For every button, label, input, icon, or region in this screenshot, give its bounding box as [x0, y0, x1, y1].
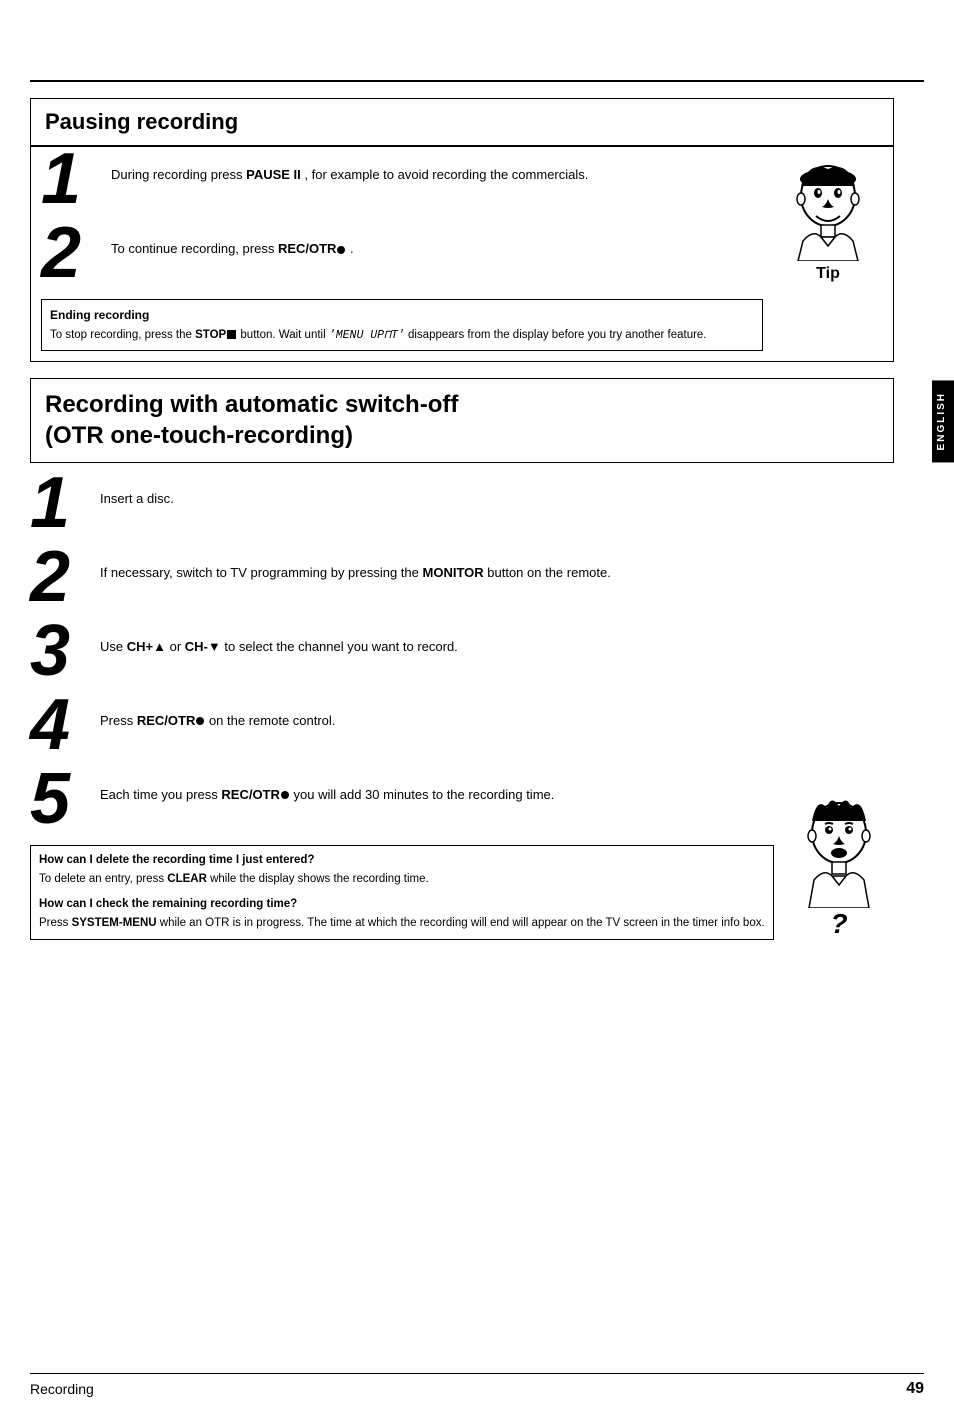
otr-step2-number: 2: [30, 541, 90, 613]
pausing-step1-text-before: During recording press: [111, 167, 246, 182]
page-container: ENGLISH Pausing recording 1 During recor…: [0, 80, 954, 1418]
otr-step2-monitor-btn: MONITOR: [423, 565, 484, 580]
pausing-section-box: Pausing recording 1 During recording pre…: [30, 98, 894, 362]
faq2-before: Press: [39, 917, 72, 929]
otr-title-line1: Recording with automatic switch-off: [45, 391, 458, 418]
tip-text-mid: button. Wait until: [237, 329, 329, 341]
otr-step3-number: 3: [30, 615, 90, 687]
faq1-body: To delete an entry, press CLEAR while th…: [39, 871, 765, 888]
pausing-step1-text: During recording press PAUSE II , for ex…: [101, 151, 763, 185]
otr-steps-col: 1 Insert a disc. 2 If necessary, switch …: [30, 475, 774, 940]
pausing-step2-text-before: To continue recording, press: [111, 241, 278, 256]
otr-step5-after: you will add 30 minutes to the recording…: [290, 787, 554, 802]
tip-face-illustration: [778, 151, 878, 261]
otr-step5-dot: [281, 791, 289, 799]
otr-steps-main: 1 Insert a disc. 2 If necessary, switch …: [30, 475, 894, 940]
otr-step3-row: 3 Use CH+▲ or CH-▼ to select the channel…: [30, 623, 774, 687]
otr-step4-row: 4 Press REC/OTR on the remote control.: [30, 697, 774, 761]
footer: Recording 49: [30, 1373, 924, 1398]
otr-step4-number: 4: [30, 689, 90, 761]
otr-step4-before: Press: [100, 713, 137, 728]
tip-label: Tip: [816, 265, 840, 283]
top-rule: [30, 80, 924, 82]
pausing-inner: 1 During recording press PAUSE II , for …: [31, 147, 893, 361]
tip-text-before: To stop recording, press the: [50, 329, 195, 341]
otr-step1-row: 1 Insert a disc.: [30, 475, 774, 539]
otr-step2-row: 2 If necessary, switch to TV programming…: [30, 549, 774, 613]
pausing-step2-text-after: .: [346, 241, 353, 256]
pausing-step2-row: 2 To continue recording, press REC/OTR .: [41, 225, 763, 289]
faq1-clear-btn: CLEAR: [167, 873, 207, 885]
footer-page-number: 49: [906, 1380, 924, 1398]
tip-stop-square: [227, 330, 236, 339]
pausing-step2-dot: [337, 246, 345, 254]
question-mark-label: ?: [830, 908, 847, 940]
pausing-section-title: Pausing recording: [31, 99, 893, 145]
otr-step5-row: 5 Each time you press REC/OTR you will a…: [30, 771, 774, 835]
main-content: Pausing recording 1 During recording pre…: [30, 98, 924, 940]
otr-step3-chdown-btn: CH-▼: [185, 639, 221, 654]
tip-box: Ending recording To stop recording, pres…: [41, 299, 763, 351]
otr-step3-after: to select the channel you want to record…: [221, 639, 458, 654]
pausing-step1-pause-btn: PAUSE II: [246, 167, 301, 182]
otr-step5-before: Each time you press: [100, 787, 221, 802]
tip-stop-btn: STOP: [195, 329, 226, 341]
pausing-step2-recotr-btn: REC/OTR: [278, 241, 337, 256]
tip-box-body: To stop recording, press the STOP button…: [50, 327, 754, 344]
faq2-after: while an OTR is in progress. The time at…: [157, 917, 765, 929]
tip-box-title: Ending recording: [50, 306, 754, 324]
otr-step4-recotr-btn: REC/OTR: [137, 713, 196, 728]
otr-steps-area: 1 Insert a disc. 2 If necessary, switch …: [30, 475, 894, 940]
pausing-step2-text: To continue recording, press REC/OTR .: [101, 225, 763, 259]
otr-title-line2: (OTR one-touch-recording): [45, 422, 353, 449]
otr-step3-chup-btn: CH+▲: [127, 639, 166, 654]
otr-step3-text: Use CH+▲ or CH-▼ to select the channel y…: [90, 623, 774, 657]
otr-step2-after: button on the remote.: [484, 565, 611, 580]
otr-section-box: Recording with automatic switch-off (OTR…: [30, 378, 894, 462]
tip-text-end: disappears from the display before you t…: [405, 329, 707, 341]
faq1-before: To delete an entry, press: [39, 873, 167, 885]
pausing-step1-text-after: , for example to avoid recording the com…: [301, 167, 589, 182]
faq2-title: How can I check the remaining recording …: [39, 896, 765, 913]
otr-step3-before: Use: [100, 639, 127, 654]
side-tab-english: ENGLISH: [932, 380, 954, 462]
faq1-after: while the display shows the recording ti…: [207, 873, 429, 885]
otr-step1-text: Insert a disc.: [90, 475, 774, 509]
faq2-body: Press SYSTEM-MENU while an OTR is in pro…: [39, 915, 765, 932]
pausing-steps: 1 During recording press PAUSE II , for …: [41, 151, 763, 351]
otr-face-illustration: [789, 788, 889, 908]
pausing-tip-col: Tip: [763, 151, 883, 351]
otr-faq-box: How can I delete the recording time I ju…: [30, 845, 774, 940]
otr-section-title: Recording with automatic switch-off (OTR…: [31, 379, 893, 461]
otr-step5-text: Each time you press REC/OTR you will add…: [90, 771, 774, 805]
otr-image-col: ?: [774, 475, 894, 940]
otr-step5-number: 5: [30, 763, 90, 835]
otr-step2-text: If necessary, switch to TV programming b…: [90, 549, 774, 583]
footer-left-text: Recording: [30, 1381, 94, 1397]
pausing-step1-number: 1: [41, 143, 101, 215]
otr-step4-after: on the remote control.: [205, 713, 335, 728]
pausing-step1-row: 1 During recording press PAUSE II , for …: [41, 151, 763, 215]
faq1-title: How can I delete the recording time I ju…: [39, 852, 765, 869]
otr-step5-recotr-btn: REC/OTR: [221, 787, 280, 802]
faq2-sysmenu-btn: SYSTEM-MENU: [72, 917, 157, 929]
pausing-step2-number: 2: [41, 217, 101, 289]
otr-step4-text: Press REC/OTR on the remote control.: [90, 697, 774, 731]
otr-step3-mid: or: [166, 639, 185, 654]
otr-step2-before: If necessary, switch to TV programming b…: [100, 565, 423, 580]
otr-step4-dot: [196, 717, 204, 725]
tip-menu-text: 'MENU UP⊓T': [329, 329, 405, 342]
otr-step1-number: 1: [30, 467, 90, 539]
